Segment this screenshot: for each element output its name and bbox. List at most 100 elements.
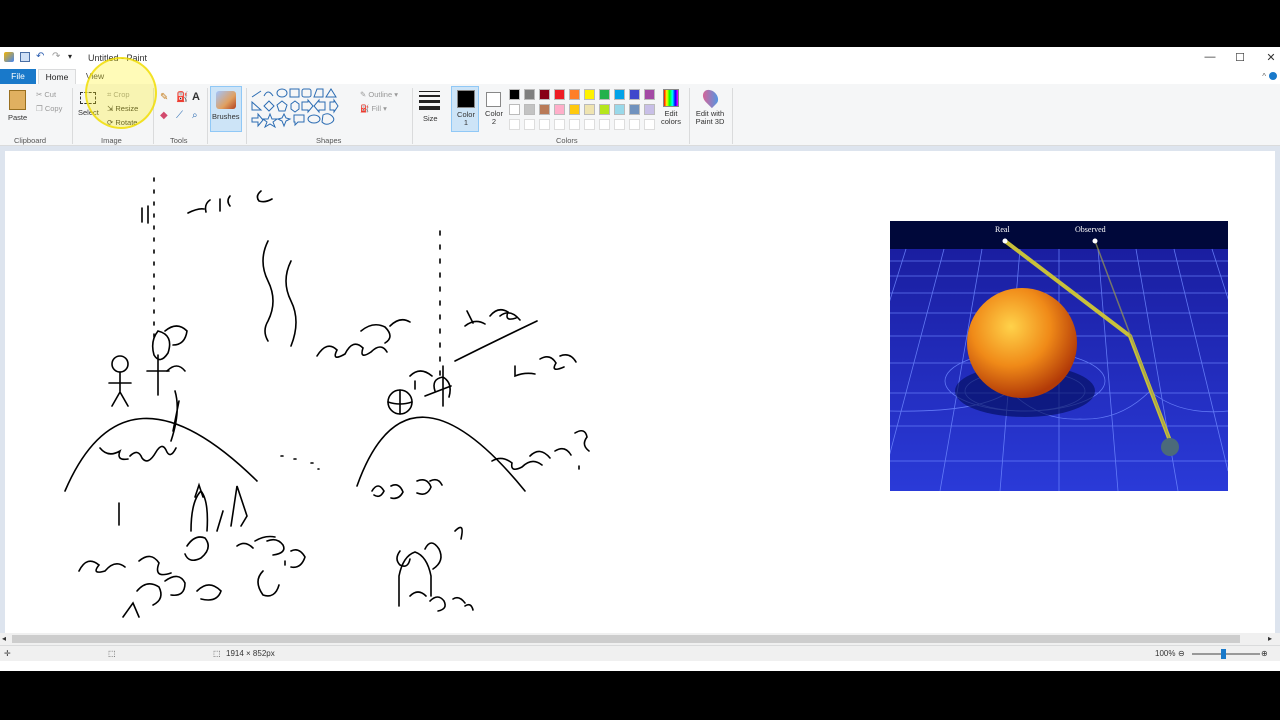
minimize-button[interactable]: — xyxy=(1195,51,1225,63)
status-bar: ✛ ⬚ ⬚ 1914 × 852px 100% ⊖ ⊕ xyxy=(0,645,1280,661)
redo-icon[interactable]: ↷ xyxy=(52,52,62,62)
canvas-size-icon: ⬚ xyxy=(213,649,221,658)
maximize-button[interactable]: ☐ xyxy=(1225,51,1255,64)
scrollbar-thumb[interactable] xyxy=(12,635,1240,643)
palette-swatch[interactable] xyxy=(539,89,550,100)
palette-swatch[interactable] xyxy=(509,104,520,115)
palette-swatch[interactable] xyxy=(599,89,610,100)
horizontal-scrollbar[interactable]: ◂ ▸ xyxy=(0,633,1280,645)
palette-swatch[interactable] xyxy=(554,89,565,100)
tab-home[interactable]: Home xyxy=(38,69,76,84)
palette-swatch[interactable] xyxy=(584,89,595,100)
color2-label: Color 2 xyxy=(485,109,503,126)
zoom-level: 100% xyxy=(1155,649,1176,658)
palette-swatch[interactable] xyxy=(569,104,580,115)
brushes-button[interactable]: Brushes xyxy=(210,86,242,132)
paint3d-button[interactable]: Edit with Paint 3D xyxy=(692,86,728,132)
divider xyxy=(72,88,73,144)
tab-file[interactable]: File xyxy=(0,69,36,84)
palette-swatch[interactable] xyxy=(644,104,655,115)
edit-colors-button[interactable]: Edit colors xyxy=(658,88,684,132)
selection-size-icon: ⬚ xyxy=(108,649,116,658)
zoom-out-icon[interactable]: ⊖ xyxy=(1178,649,1185,658)
palette-swatch[interactable] xyxy=(614,119,625,130)
palette-swatch[interactable] xyxy=(584,119,595,130)
outline-button[interactable]: ✎ Outline ▾ xyxy=(360,90,398,99)
size-button[interactable]: Size xyxy=(418,88,442,130)
palette-swatch[interactable] xyxy=(614,104,625,115)
copy-button[interactable]: ❐ Copy xyxy=(36,104,62,113)
divider xyxy=(246,88,247,144)
brushes-label: Brushes xyxy=(212,112,240,121)
zoom-slider[interactable] xyxy=(1192,649,1260,659)
paste-label: Paste xyxy=(8,113,28,122)
paint-window: ↶ ↷ ▾ Untitled - Paint — ☐ ✕ File Home V… xyxy=(0,47,1280,671)
paste-button[interactable]: Paste xyxy=(6,88,30,128)
close-button[interactable]: ✕ xyxy=(1256,51,1280,64)
drawing-canvas[interactable]: Real Observed xyxy=(5,151,1275,633)
spacetime-grid-illustration: Real Observed xyxy=(890,225,1228,491)
palette-swatch[interactable] xyxy=(524,104,535,115)
outline-label: Outline xyxy=(368,90,393,99)
scroll-left-icon[interactable]: ◂ xyxy=(2,634,6,643)
palette-swatch[interactable] xyxy=(524,89,535,100)
colors-group-label: Colors xyxy=(556,136,578,145)
shapes-gallery-icon xyxy=(251,88,339,129)
palette-swatch[interactable] xyxy=(629,89,640,100)
help-icon[interactable] xyxy=(1269,72,1277,80)
save-icon[interactable] xyxy=(20,52,30,62)
canvas-area: Real Observed xyxy=(0,146,1280,633)
zoom-in-icon[interactable]: ⊕ xyxy=(1261,649,1268,658)
palette-swatch[interactable] xyxy=(629,104,640,115)
palette-swatch[interactable] xyxy=(629,119,640,130)
paint3d-label: Edit with Paint 3D xyxy=(695,109,725,126)
palette-swatch[interactable] xyxy=(524,119,535,130)
eraser-tool-icon[interactable]: ◆ xyxy=(160,110,168,121)
tools-group-label: Tools xyxy=(170,136,188,145)
divider xyxy=(207,88,208,144)
palette-swatch[interactable] xyxy=(614,89,625,100)
fill-tool-icon[interactable]: ⛽ xyxy=(176,92,188,103)
edit-colors-label: Edit colors xyxy=(660,109,681,126)
pencil-tool-icon[interactable]: ✎ xyxy=(160,92,168,103)
palette-swatch[interactable] xyxy=(539,104,550,115)
undo-icon[interactable]: ↶ xyxy=(36,52,46,62)
copy-label: Copy xyxy=(44,104,63,113)
palette-swatch[interactable] xyxy=(554,119,565,130)
shapes-group-label: Shapes xyxy=(316,136,342,145)
divider xyxy=(412,88,413,144)
collapse-ribbon-icon[interactable]: ^ xyxy=(1262,72,1266,81)
color-picker-tool-icon[interactable]: ⟋ xyxy=(176,110,183,121)
palette-swatch[interactable] xyxy=(554,104,565,115)
color2-swatch xyxy=(486,92,501,107)
cut-button[interactable]: ✂ Cut xyxy=(36,90,56,99)
paint3d-icon xyxy=(699,86,722,109)
size-label: Size xyxy=(423,114,438,123)
canvas-dimensions: 1914 × 852px xyxy=(226,649,275,658)
fill-button[interactable]: ⛽ Fill ▾ xyxy=(360,104,387,113)
fill-label: Fill xyxy=(371,104,382,113)
magnifier-tool-icon[interactable]: ⌕ xyxy=(192,110,198,121)
scroll-right-icon[interactable]: ▸ xyxy=(1268,634,1272,643)
color2-button[interactable]: Color 2 xyxy=(481,86,507,132)
palette-swatch[interactable] xyxy=(509,89,520,100)
palette-swatch[interactable] xyxy=(599,119,610,130)
color1-button[interactable]: Color 1 xyxy=(451,86,479,132)
cursor-highlight xyxy=(85,57,157,129)
customize-qa-chevron-icon[interactable]: ▾ xyxy=(68,52,78,62)
palette-swatch[interactable] xyxy=(644,89,655,100)
spacetime-curvature-image[interactable]: Real Observed xyxy=(890,221,1228,491)
palette-swatch[interactable] xyxy=(539,119,550,130)
palette-swatch[interactable] xyxy=(644,119,655,130)
palette-swatch[interactable] xyxy=(569,89,580,100)
palette-swatch[interactable] xyxy=(584,104,595,115)
color-wheel-icon xyxy=(663,89,679,107)
shapes-gallery[interactable] xyxy=(250,88,350,129)
clipboard-group-label: Clipboard xyxy=(14,136,47,145)
palette-swatch[interactable] xyxy=(509,119,520,130)
palette-swatch[interactable] xyxy=(569,119,580,130)
text-tool-icon[interactable]: A xyxy=(192,91,200,103)
palette-swatch[interactable] xyxy=(599,104,610,115)
zoom-slider-thumb[interactable] xyxy=(1221,649,1226,659)
color1-label: Color 1 xyxy=(457,110,475,127)
